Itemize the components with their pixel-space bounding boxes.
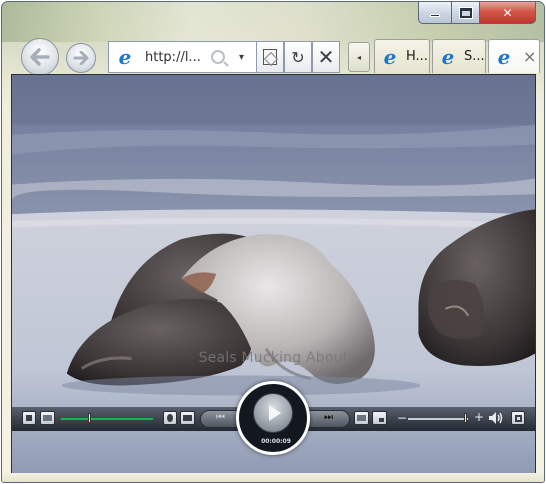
maximize-button[interactable] <box>452 2 480 24</box>
display-mode-button[interactable] <box>40 411 55 425</box>
page-content: Seals Mucking About ⏮ ⏭ 00:00:09 − + <box>11 74 536 476</box>
tab-label: S... <box>464 49 485 64</box>
status-bar <box>2 473 544 482</box>
address-bar[interactable]: e http://l... ▾ <box>108 41 257 73</box>
address-dropdown-icon[interactable]: ▾ <box>239 52 244 63</box>
maximize-icon <box>459 7 472 18</box>
volume-up-button[interactable]: + <box>474 410 484 424</box>
seek-bar-fill <box>61 418 153 420</box>
volume-slider[interactable] <box>408 418 468 420</box>
pop-out-icon <box>379 417 384 422</box>
ie-tab-icon: e <box>441 44 455 69</box>
stop-button[interactable]: ✕ <box>312 41 340 73</box>
minimize-button[interactable] <box>418 2 452 24</box>
chapters-button[interactable] <box>180 411 195 425</box>
speaker-icon[interactable] <box>488 411 504 425</box>
search-icon[interactable] <box>211 50 225 64</box>
close-icon: ✕ <box>502 5 513 20</box>
volume-down-button[interactable]: − <box>397 411 407 425</box>
chapters-icon <box>183 415 192 421</box>
play-button[interactable] <box>253 393 293 433</box>
play-icon <box>269 405 281 421</box>
ie-page-icon: e <box>118 45 132 69</box>
seek-bar[interactable] <box>61 418 153 420</box>
seek-thumb[interactable] <box>87 413 91 423</box>
video-title: Seals Mucking About <box>198 350 349 366</box>
forward-arrow-icon <box>73 51 89 65</box>
tab-2[interactable]: e S... <box>432 39 486 73</box>
fullscreen-button[interactable] <box>511 411 525 425</box>
navigation-bar: e http://l... ▾ ↻ ✕ ◂ e H... e S... e × <box>2 30 544 76</box>
close-tab-icon[interactable]: × <box>523 47 536 66</box>
address-input[interactable]: http://l... <box>145 50 205 65</box>
browser-window: ✕ e http://l... ▾ ↻ ✕ ◂ e H... e S... e … <box>1 1 545 483</box>
forward-button[interactable] <box>66 43 96 73</box>
refresh-button[interactable]: ↻ <box>284 41 312 73</box>
volume-thumb[interactable] <box>464 413 467 423</box>
compatibility-view-button[interactable] <box>256 41 284 73</box>
info-icon <box>167 414 173 422</box>
stop-icon: ✕ <box>317 45 335 69</box>
back-button[interactable] <box>21 38 59 76</box>
stop-playback-button[interactable] <box>22 411 36 425</box>
tab-active[interactable]: e × <box>488 39 540 73</box>
close-window-button[interactable]: ✕ <box>480 2 536 24</box>
previous-button[interactable]: ⏮ <box>216 412 225 423</box>
chevron-left-icon: ◂ <box>356 52 361 62</box>
info-button[interactable] <box>163 411 177 425</box>
tab-1[interactable]: e H... <box>374 39 430 73</box>
fullscreen-icon <box>514 414 522 422</box>
screen-icon <box>43 415 52 421</box>
tab-label: H... <box>406 49 428 64</box>
stop-icon <box>26 415 32 421</box>
tab-scroll-left-button[interactable]: ◂ <box>348 42 370 72</box>
refresh-icon: ↻ <box>291 47 305 67</box>
ie-tab-icon: e <box>497 44 511 69</box>
pop-out-button[interactable] <box>372 411 387 425</box>
compatibility-view-icon <box>263 49 277 65</box>
next-button[interactable]: ⏭ <box>324 412 333 423</box>
back-arrow-icon <box>30 48 50 66</box>
thumbnail-icon <box>357 415 366 421</box>
ie-tab-icon: e <box>383 44 397 69</box>
playback-time: 00:00:09 <box>261 438 291 445</box>
minimize-icon <box>430 14 440 17</box>
thumbnail-button[interactable] <box>354 411 369 425</box>
window-caption-buttons: ✕ <box>418 2 536 24</box>
